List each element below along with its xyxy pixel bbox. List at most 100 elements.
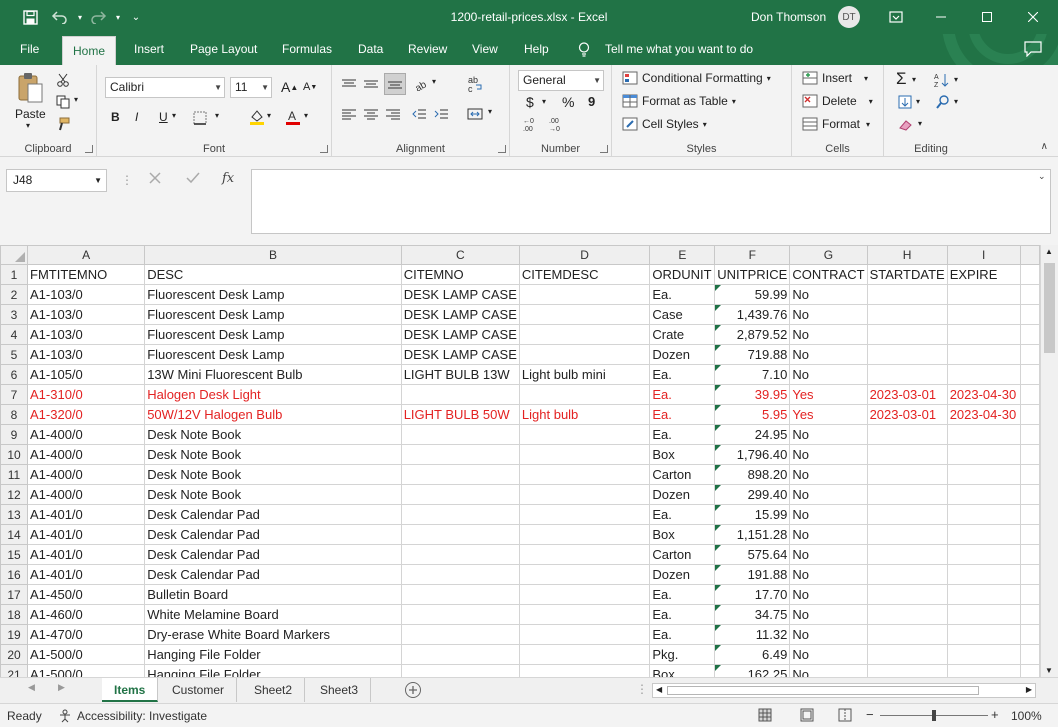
format-painter-icon[interactable] — [54, 115, 72, 133]
cell[interactable]: A1-450/0 — [26, 584, 146, 605]
row-header[interactable]: 12 — [0, 484, 28, 505]
font-color-icon[interactable]: A — [283, 107, 303, 127]
cell[interactable]: Desk Note Book — [144, 464, 402, 485]
cell[interactable] — [946, 624, 1021, 645]
zoom-slider-thumb[interactable] — [932, 710, 936, 721]
cell[interactable] — [1019, 584, 1040, 605]
cell[interactable]: Hanging File Folder — [144, 644, 402, 665]
tab-home[interactable]: Home — [62, 36, 117, 65]
cell[interactable]: No — [789, 504, 868, 525]
cell[interactable]: Box — [649, 664, 716, 677]
cell[interactable]: Desk Calendar Pad — [144, 504, 402, 525]
cell[interactable] — [518, 464, 651, 485]
cell[interactable]: 2,879.52 — [714, 324, 791, 345]
cell[interactable] — [1019, 504, 1040, 525]
cell[interactable] — [1019, 644, 1040, 665]
underline-dropdown-icon[interactable]: ▾ — [172, 111, 176, 120]
cell[interactable]: 39.95 — [714, 384, 791, 405]
merge-dropdown-icon[interactable]: ▾ — [488, 107, 492, 116]
find-dropdown-icon[interactable]: ▾ — [954, 97, 958, 106]
cell[interactable]: No — [789, 304, 868, 325]
column-header[interactable]: F — [714, 245, 791, 265]
cell[interactable]: Light bulb mini — [518, 364, 651, 385]
cell[interactable] — [1019, 624, 1040, 645]
cell[interactable] — [946, 444, 1021, 465]
decrease-indent-icon[interactable] — [410, 105, 428, 123]
cell[interactable]: No — [789, 564, 868, 585]
cell[interactable] — [946, 584, 1021, 605]
cell[interactable] — [866, 464, 948, 485]
cell[interactable] — [866, 644, 948, 665]
close-icon[interactable] — [1010, 0, 1056, 34]
currency-dropdown-icon[interactable]: ▾ — [542, 97, 546, 106]
cell[interactable]: Desk Calendar Pad — [144, 524, 402, 545]
cell[interactable]: 15.99 — [714, 504, 791, 525]
scroll-up-icon[interactable]: ▲ — [1045, 247, 1053, 256]
cell[interactable]: Pkg. — [649, 644, 716, 665]
cell[interactable] — [400, 584, 520, 605]
cell[interactable]: A1-400/0 — [26, 424, 146, 445]
cell[interactable]: Ea. — [649, 504, 716, 525]
cell[interactable]: FMTITEMNO — [26, 264, 146, 285]
bold-button[interactable]: B — [111, 110, 120, 124]
row-header[interactable]: 16 — [0, 564, 28, 585]
align-middle-icon[interactable] — [362, 75, 380, 93]
cell[interactable]: 34.75 — [714, 604, 791, 625]
align-bottom-icon[interactable] — [384, 73, 406, 95]
cell[interactable]: A1-470/0 — [26, 624, 146, 645]
name-box[interactable]: J48 ▼ — [6, 169, 107, 192]
cell[interactable] — [866, 284, 948, 305]
sheet-tab-items[interactable]: Items — [102, 678, 159, 702]
cancel-icon[interactable] — [148, 171, 162, 188]
align-top-icon[interactable] — [340, 75, 358, 93]
cell[interactable]: 59.99 — [714, 284, 791, 305]
cell[interactable]: A1-103/0 — [26, 284, 146, 305]
cell[interactable] — [1019, 344, 1040, 365]
cell[interactable] — [400, 524, 520, 545]
cell[interactable]: Desk Note Book — [144, 484, 402, 505]
cell[interactable] — [1019, 524, 1040, 545]
row-header[interactable]: 3 — [0, 304, 28, 325]
cell[interactable] — [866, 604, 948, 625]
comma-style-button[interactable]: 9 — [588, 94, 595, 109]
cell[interactable]: Box — [649, 524, 716, 545]
cell[interactable] — [1019, 424, 1040, 445]
row-header[interactable]: 13 — [0, 504, 28, 525]
normal-view-icon[interactable] — [758, 708, 772, 725]
horizontal-scrollbar[interactable]: ◀ ▶ — [652, 683, 1036, 698]
number-format-select[interactable]: General ▼ — [518, 70, 604, 91]
cell[interactable] — [400, 384, 520, 405]
cell[interactable]: Ea. — [649, 424, 716, 445]
column-header[interactable]: I — [946, 245, 1021, 265]
cell[interactable] — [1019, 484, 1040, 505]
cell[interactable]: Desk Calendar Pad — [144, 564, 402, 585]
cell[interactable]: A1-400/0 — [26, 484, 146, 505]
cell[interactable]: Yes — [789, 384, 868, 405]
cell[interactable] — [1019, 664, 1040, 677]
tab-help[interactable]: Help — [514, 34, 559, 65]
worksheet-grid[interactable]: A B C D E F G H I 1 FMTITEMNO DESC CITEMNO C… — [0, 245, 1040, 677]
cell[interactable]: DESK LAMP CASE — [400, 324, 520, 345]
cell[interactable]: No — [789, 604, 868, 625]
cell[interactable]: Fluorescent Desk Lamp — [144, 284, 402, 305]
cell[interactable]: DESK LAMP CASE — [400, 304, 520, 325]
find-select-icon[interactable] — [934, 93, 952, 111]
format-cells-button[interactable]: Format ▾ — [802, 117, 870, 131]
cell[interactable] — [518, 644, 651, 665]
cell[interactable]: No — [789, 424, 868, 445]
column-header[interactable]: E — [649, 245, 716, 265]
ribbon-display-options-icon[interactable] — [884, 7, 908, 27]
delete-cells-button[interactable]: Delete ▾ — [802, 94, 873, 108]
cell[interactable] — [946, 284, 1021, 305]
align-right-icon[interactable] — [384, 105, 402, 123]
fill-color-icon[interactable] — [247, 107, 267, 127]
cell[interactable]: Fluorescent Desk Lamp — [144, 324, 402, 345]
cell[interactable]: ORDUNIT — [649, 264, 716, 285]
increase-indent-icon[interactable] — [432, 105, 450, 123]
orientation-dropdown-icon[interactable]: ▾ — [432, 77, 436, 86]
cell[interactable] — [400, 444, 520, 465]
cell[interactable]: Ea. — [649, 604, 716, 625]
cell[interactable] — [946, 664, 1021, 677]
cell[interactable]: 6.49 — [714, 644, 791, 665]
row-header[interactable]: 18 — [0, 604, 28, 625]
